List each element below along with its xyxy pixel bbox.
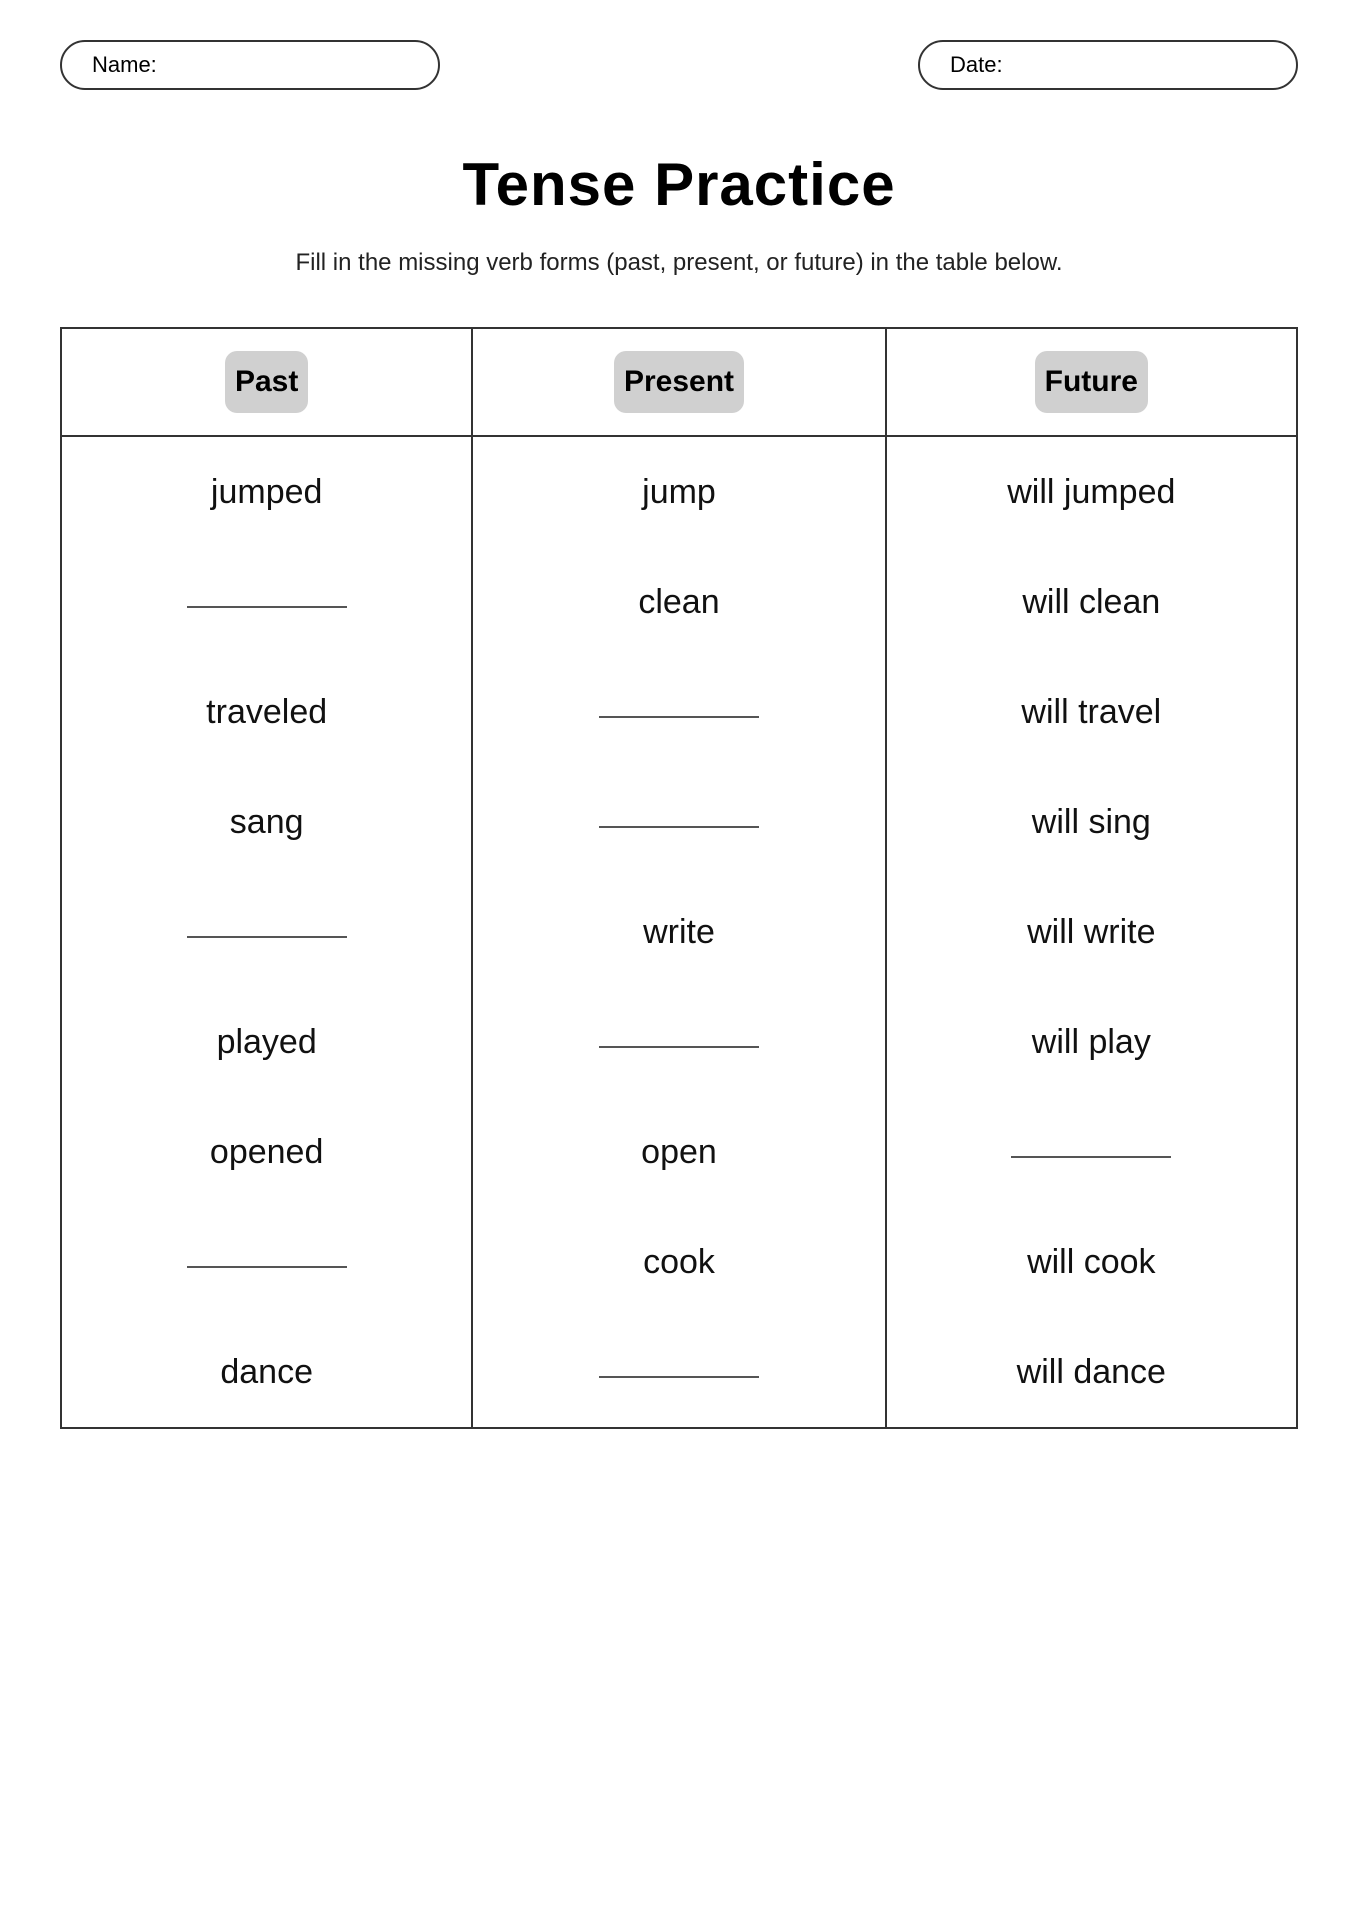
table-row-4-past	[62, 877, 473, 987]
table-row-3-past: sang	[62, 767, 473, 877]
table-row-8-future: will dance	[885, 1317, 1296, 1427]
table-row-7-present: cook	[473, 1207, 884, 1317]
col-header-future: Future	[885, 329, 1296, 435]
table-row-5-future: will play	[885, 987, 1296, 1097]
date-label: Date:	[950, 52, 1003, 78]
blank-line	[599, 716, 759, 718]
col-header-past: Past	[62, 329, 473, 435]
table-row-0-future: will jumped	[885, 437, 1296, 547]
page-title: Tense Practice	[60, 150, 1298, 219]
table-row-6-present: open	[473, 1097, 884, 1207]
table-row-7-future: will cook	[885, 1207, 1296, 1317]
table-row-6-future	[885, 1097, 1296, 1207]
table-row-3-present	[473, 767, 884, 877]
table-row-7-past	[62, 1207, 473, 1317]
table-row-5-past: played	[62, 987, 473, 1097]
table-header-row: Past Present Future	[62, 329, 1296, 437]
table-row-6-past: opened	[62, 1097, 473, 1207]
table-row-4-future: will write	[885, 877, 1296, 987]
instructions-text: Fill in the missing verb forms (past, pr…	[60, 249, 1298, 277]
table-row-2-future: will travel	[885, 657, 1296, 767]
name-field: Name:	[60, 40, 440, 90]
name-label: Name:	[92, 52, 157, 78]
table-row-5-present	[473, 987, 884, 1097]
blank-line	[187, 936, 347, 938]
table-row-2-present	[473, 657, 884, 767]
blank-line	[599, 1376, 759, 1378]
blank-line	[187, 606, 347, 608]
present-column-label: Present	[614, 351, 744, 413]
page-header: Name: Date:	[60, 40, 1298, 90]
blank-line	[187, 1266, 347, 1268]
blank-line	[1011, 1156, 1171, 1158]
table-row-0-past: jumped	[62, 437, 473, 547]
table-row-1-present: clean	[473, 547, 884, 657]
blank-line	[599, 1046, 759, 1048]
tense-table: Past Present Future jumpedjumpwill jumpe…	[60, 327, 1298, 1429]
blank-line	[599, 826, 759, 828]
table-row-8-past: dance	[62, 1317, 473, 1427]
col-header-present: Present	[473, 329, 884, 435]
table-row-4-present: write	[473, 877, 884, 987]
table-row-8-present	[473, 1317, 884, 1427]
table-row-1-future: will clean	[885, 547, 1296, 657]
table-row-1-past	[62, 547, 473, 657]
table-body: jumpedjumpwill jumpedcleanwill clean trav…	[62, 437, 1296, 1427]
past-column-label: Past	[225, 351, 308, 413]
table-row-3-future: will sing	[885, 767, 1296, 877]
table-row-0-present: jump	[473, 437, 884, 547]
future-column-label: Future	[1035, 351, 1148, 413]
date-field: Date:	[918, 40, 1298, 90]
table-row-2-past: traveled	[62, 657, 473, 767]
